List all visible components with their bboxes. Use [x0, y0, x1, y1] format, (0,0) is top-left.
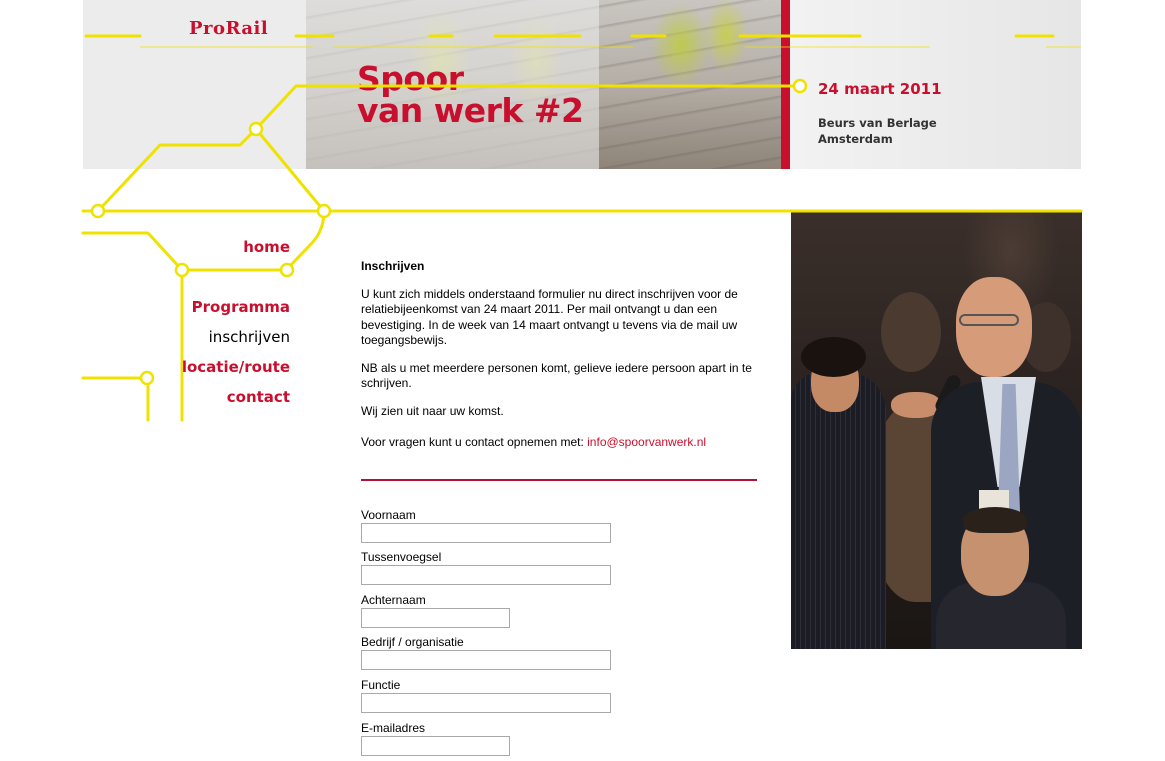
field-emailadres: E-mailadres: [361, 721, 510, 756]
main-content: Inschrijven U kunt zich middels ondersta…: [361, 259, 757, 451]
title-line-2: van werk #2: [357, 91, 584, 130]
field-bedrijf: Bedrijf / organisatie: [361, 635, 611, 670]
contact-email-link[interactable]: info@spoorvanwerk.nl: [587, 435, 706, 449]
functie-input[interactable]: [361, 693, 611, 713]
nav-contact[interactable]: contact: [227, 388, 290, 406]
content-divider: [361, 479, 757, 481]
emailadres-label: E-mailadres: [361, 721, 426, 735]
tussenvoegsel-input[interactable]: [361, 565, 611, 585]
photo-person-left: [791, 372, 886, 649]
event-photo: [791, 212, 1082, 649]
event-date: 24 maart 2011: [818, 80, 942, 98]
photo-glasses: [959, 314, 1019, 326]
photo-face-right: [956, 277, 1032, 377]
achternaam-label: Achternaam: [361, 593, 426, 607]
field-tussenvoegsel: Tussenvoegsel: [361, 550, 611, 585]
prorail-logo[interactable]: ProRail: [189, 18, 268, 39]
venue-name: Beurs van Berlage: [818, 116, 937, 130]
closing-paragraph: Wij zien uit naar uw komst.: [361, 403, 504, 418]
field-voornaam: Voornaam: [361, 508, 611, 543]
field-functie: Functie: [361, 678, 611, 713]
field-achternaam: Achternaam: [361, 593, 510, 628]
venue-city: Amsterdam: [818, 132, 893, 146]
functie-label: Functie: [361, 678, 401, 692]
content-heading: Inschrijven: [361, 259, 425, 273]
contact-paragraph: Voor vragen kunt u contact opnemen met: …: [361, 435, 757, 451]
tussenvoegsel-label: Tussenvoegsel: [361, 550, 442, 564]
bedrijf-input[interactable]: [361, 650, 611, 670]
photo-crowd: [881, 292, 941, 372]
achternaam-input[interactable]: [361, 608, 510, 628]
nav-inschrijven[interactable]: inschrijven: [209, 328, 290, 346]
voornaam-label: Voornaam: [361, 508, 416, 522]
header-banner: ProRail Spoor van werk #2 24 maart 2011 …: [83, 0, 1081, 169]
voornaam-input[interactable]: [361, 523, 611, 543]
nav-locatie-route[interactable]: locatie/route: [182, 358, 290, 376]
page-title: Spoor van werk #2: [357, 62, 584, 130]
emailadres-input[interactable]: [361, 736, 510, 756]
contact-text: Voor vragen kunt u contact opnemen met:: [361, 435, 588, 449]
note-paragraph: NB als u met meerdere personen komt, gel…: [361, 360, 752, 391]
event-venue: Beurs van Berlage Amsterdam: [818, 115, 937, 147]
photo-hair-left: [801, 337, 866, 377]
header-red-bar: [781, 0, 790, 169]
nav-home[interactable]: home: [243, 238, 290, 256]
bedrijf-label: Bedrijf / organisatie: [361, 635, 464, 649]
photo-hair-front: [963, 507, 1027, 533]
nav-programma[interactable]: Programma: [192, 298, 290, 316]
intro-paragraph: U kunt zich middels onderstaand formulie…: [361, 286, 738, 348]
